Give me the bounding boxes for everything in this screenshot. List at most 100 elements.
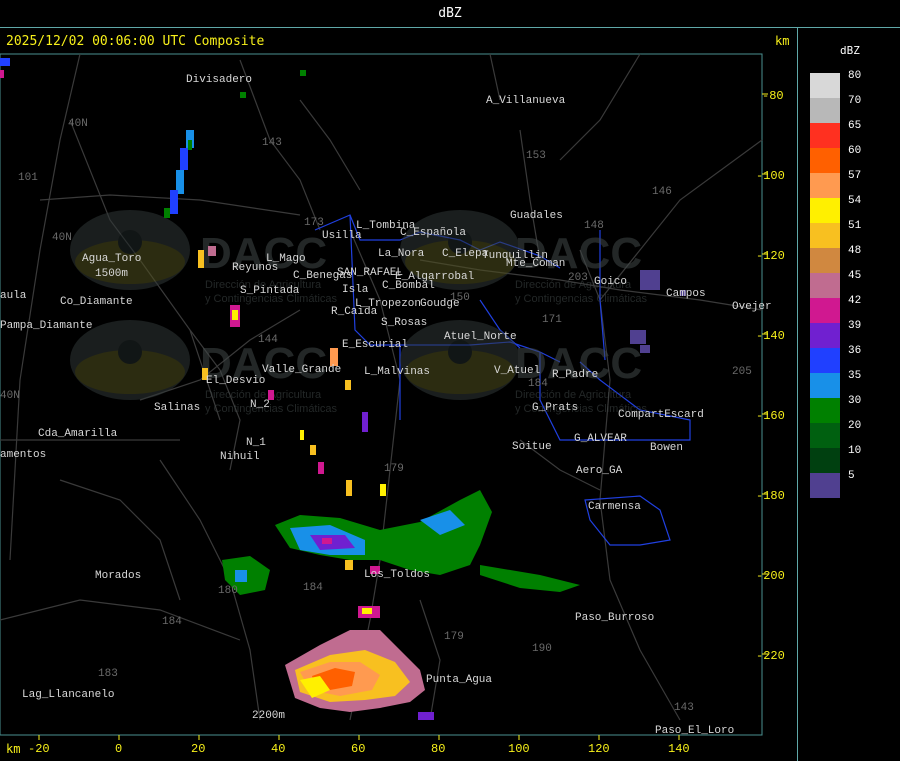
place-label: Valle_Grande: [262, 364, 341, 376]
legend-scale: 80 70 65 60 57 54 51 48 45 42 39 36 35 30 20 10 5: [810, 70, 862, 498]
place-label: V_Atuel: [494, 365, 540, 377]
place-label: Los_Toldos: [364, 569, 430, 581]
place-label: CompartEscard: [618, 409, 704, 421]
place-label: Divisadero: [186, 74, 252, 86]
route-number: 180: [218, 585, 238, 597]
place-label: N_1: [246, 437, 266, 449]
legend-label: 70: [848, 95, 861, 107]
x-tick-label: 80: [431, 742, 445, 756]
x-axis: -20 0 20 40 60 80 100 120 140: [28, 735, 690, 756]
place-label: Morados: [95, 570, 141, 582]
place-label: Usilla: [322, 230, 362, 242]
place-label: Cda_Amarilla: [38, 428, 118, 440]
legend-label: 30: [848, 395, 861, 407]
route-number: 190: [532, 643, 552, 655]
legend-swatch: [810, 373, 840, 398]
route-number: 205: [732, 366, 752, 378]
window-title: dBZ: [438, 6, 462, 21]
place-label: E_Escurial: [342, 339, 408, 351]
place-label: Pampa_Diamante: [0, 320, 92, 332]
place-label: Mte_Coman: [506, 258, 565, 270]
route-number: 171: [542, 314, 562, 326]
place-label: Salinas: [154, 402, 200, 414]
svg-text:y Contingencias Climáticas: y Contingencias Climáticas: [205, 403, 338, 415]
route-number: 203: [568, 272, 588, 284]
legend-swatch: [810, 98, 840, 123]
legend-swatch: [810, 448, 840, 473]
legend-swatch: [810, 173, 840, 198]
legend-swatch: [810, 298, 840, 323]
km-unit-label: km: [6, 742, 21, 756]
route-number: 143: [674, 702, 694, 714]
svg-text:y Contingencias Climáticas: y Contingencias Climáticas: [515, 293, 648, 305]
place-label: El_Desvio: [206, 375, 265, 387]
legend-label: 54: [848, 195, 862, 207]
place-label: G_ALVEAR: [574, 433, 627, 445]
legend-swatch: [810, 248, 840, 273]
place-label: G_Prats: [532, 402, 578, 414]
place-label: 1500m: [95, 268, 128, 280]
route-number: 143: [262, 137, 282, 149]
place-label: S_Pintada: [240, 285, 300, 297]
y-tick-label: -80: [762, 89, 784, 103]
route-number: 146: [652, 186, 672, 198]
legend-swatch: [810, 73, 840, 98]
legend-label: 36: [848, 345, 861, 357]
legend-label: 10: [848, 445, 861, 457]
route-number: 101: [18, 172, 38, 184]
legend-swatch: [810, 423, 840, 448]
place-label: Goico: [594, 276, 627, 288]
place-label: Paso_El_Loro: [655, 725, 734, 737]
place-label: Ovejer: [732, 301, 772, 313]
place-label: Bowen: [650, 442, 683, 454]
legend-label: 80: [848, 70, 861, 82]
legend-label: 45: [848, 270, 861, 282]
x-tick-label: 60: [351, 742, 365, 756]
route-number: 184: [528, 378, 548, 390]
legend-label: 51: [848, 220, 862, 232]
place-label: C_Española: [400, 227, 466, 239]
route-number: 179: [444, 631, 464, 643]
svg-text:Dirección de Agricultura: Dirección de Agricultura: [515, 389, 632, 401]
echo-north-band: [164, 130, 194, 218]
route-number: 184: [162, 616, 182, 628]
route-number: 183: [98, 668, 118, 680]
legend-label: 60: [848, 145, 861, 157]
route-number: 150: [450, 292, 470, 304]
place-label: SAN_RAFAEL: [337, 267, 403, 279]
place-label: amentos: [0, 449, 46, 461]
y-tick-label: -160: [756, 409, 785, 423]
x-tick-label: 40: [271, 742, 285, 756]
place-label: S_Rosas: [381, 317, 427, 329]
route-number: 40N: [0, 390, 20, 402]
place-label: Lag_Llancanelo: [22, 689, 114, 701]
route-number: 153: [526, 150, 546, 162]
y-axis: -80 -100 -120 -140 -160 -180 -200 -220: [756, 89, 785, 663]
y-tick-label: -220: [756, 649, 785, 663]
legend-swatch: [810, 223, 840, 248]
route-number: 148: [584, 220, 604, 232]
y-tick-label: -180: [756, 489, 785, 503]
legend-label: 65: [848, 120, 861, 132]
y-tick-label: -140: [756, 329, 785, 343]
place-label: La_Nora: [378, 248, 425, 260]
legend-swatch: [810, 398, 840, 423]
timestamp: 2025/12/02 00:06:00 UTC Composite: [6, 34, 265, 49]
legend-swatch: [810, 148, 840, 173]
y-tick-label: -120: [756, 249, 785, 263]
watermark-logo-1: [70, 210, 190, 290]
x-tick-label: 120: [588, 742, 610, 756]
route-number: 173: [304, 217, 324, 229]
legend-swatch: [810, 473, 840, 498]
route-number: 144: [258, 334, 278, 346]
place-label: Campos: [666, 288, 706, 300]
legend-swatch: [810, 273, 840, 298]
legend-swatch: [810, 323, 840, 348]
place-label: A_Villanueva: [486, 95, 566, 107]
route-number: 40N: [52, 232, 72, 244]
place-label: Atuel_Norte: [444, 331, 517, 343]
route-number: 179: [384, 463, 404, 475]
place-label: Carmensa: [588, 501, 641, 513]
legend-swatch: [810, 198, 840, 223]
legend-swatch: [810, 123, 840, 148]
